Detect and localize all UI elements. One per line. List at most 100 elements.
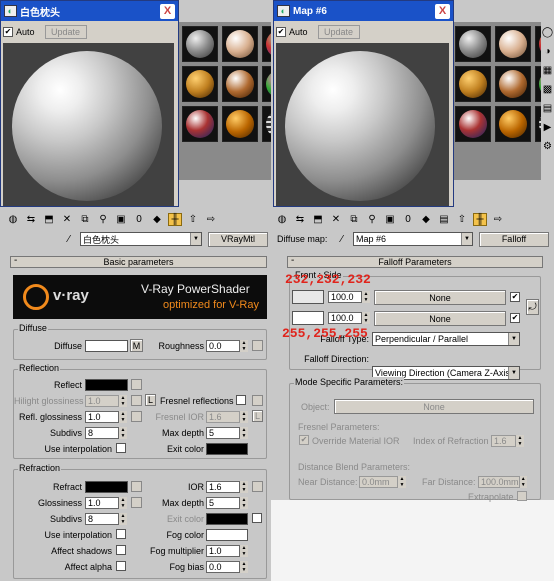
front-map-checkbox[interactable]: ✔ — [510, 292, 520, 302]
spinner-arrows-icon[interactable]: ▲ ▼ — [119, 513, 127, 525]
swap-colors-icon[interactable]: ⤾ — [526, 299, 539, 315]
unique-icon[interactable]: ⚲ — [96, 213, 110, 226]
sample-slot[interactable] — [222, 106, 258, 142]
front-map-button[interactable]: None — [374, 290, 506, 305]
refl-exit-color-swatch[interactable] — [206, 443, 248, 455]
sample-slot[interactable] — [455, 26, 491, 62]
background-icon[interactable]: ▦ — [541, 64, 554, 77]
close-icon[interactable]: X — [435, 3, 450, 19]
refl-gloss-map-slot[interactable] — [131, 411, 142, 422]
spinner-value[interactable]: 5 — [206, 497, 240, 509]
go-forward-icon[interactable]: ⇨ — [491, 213, 505, 226]
front-amount-spinner[interactable]: 100.0 ▲ ▼ — [328, 291, 370, 303]
spinner-value[interactable]: 8 — [85, 513, 119, 525]
auto-checkbox[interactable]: ✔ — [276, 27, 286, 37]
sample-slot[interactable] — [182, 26, 218, 62]
sample-type-icon[interactable]: ◯ — [541, 26, 554, 39]
roughness-spinner[interactable]: 0.0 ▲ ▼ — [206, 340, 248, 352]
ior-map-slot[interactable] — [252, 481, 263, 492]
uv-tiling-icon[interactable]: ▩ — [541, 83, 554, 96]
refl-glossiness-spinner[interactable]: 1.0 ▲ ▼ — [85, 411, 127, 423]
diffuse-map-button[interactable]: M — [130, 339, 143, 352]
backlight-icon[interactable]: ◑ — [541, 45, 554, 58]
object-pick-button[interactable]: None — [334, 399, 534, 414]
spinner-arrows-icon[interactable]: ▲ ▼ — [119, 411, 127, 423]
fog-multiplier-spinner[interactable]: 1.0 ▲ ▼ — [206, 545, 248, 557]
reset-icon[interactable]: ✕ — [329, 213, 343, 226]
put-to-scene-icon[interactable]: ⇆ — [293, 213, 307, 226]
spinner-value[interactable]: 1.0 — [206, 545, 240, 557]
side-map-button[interactable]: None — [374, 311, 506, 326]
hilight-glossiness-spinner[interactable]: 1.0 ▲ ▼ — [85, 395, 127, 407]
options-icon[interactable]: ⚙ — [541, 140, 554, 153]
refl-subdivs-spinner[interactable]: 8 ▲ ▼ — [85, 427, 127, 439]
reflect-color-swatch[interactable] — [85, 379, 128, 391]
diffuse-color-swatch[interactable] — [85, 340, 128, 352]
spinner-arrows-icon[interactable]: ▲ ▼ — [240, 411, 248, 423]
sample-slot[interactable] — [455, 106, 491, 142]
show-map-icon[interactable]: ◆ — [150, 213, 164, 226]
spinner-arrows-icon[interactable]: ▲ ▼ — [398, 476, 406, 488]
refl-max-depth-spinner[interactable]: 5 ▲ ▼ — [206, 427, 248, 439]
ior-spinner[interactable]: 1.6 ▲ ▼ — [206, 481, 248, 493]
exit-color-checkbox[interactable] — [252, 513, 262, 523]
spinner-arrows-icon[interactable]: ▲ ▼ — [119, 395, 127, 407]
hilight-map-slot[interactable] — [131, 395, 142, 406]
fresnel-map-slot[interactable] — [252, 395, 263, 406]
sample-slot[interactable] — [495, 26, 531, 62]
show-end-result-icon[interactable]: ▤ — [437, 213, 451, 226]
spinner-value[interactable]: 1.6 — [491, 435, 516, 447]
falloff-parameters-rollout[interactable]: - Falloff Parameters — [287, 255, 543, 268]
video-check-icon[interactable]: ▤ — [541, 102, 554, 115]
spinner-value[interactable]: 1.0 — [85, 411, 119, 423]
left-sample-slots[interactable] — [178, 22, 298, 180]
update-button[interactable]: Update — [317, 25, 360, 39]
refr-max-depth-spinner[interactable]: 5 ▲ ▼ — [206, 497, 248, 509]
spinner-value[interactable]: 0.0mm — [359, 476, 398, 488]
refr-subdivs-spinner[interactable]: 8 ▲ ▼ — [85, 513, 127, 525]
put-library-icon[interactable]: ▣ — [383, 213, 397, 226]
effects-channel-icon[interactable]: 0 — [401, 213, 415, 226]
go-parent-icon[interactable]: ⇧ — [186, 213, 200, 226]
put-library-icon[interactable]: ▣ — [114, 213, 128, 226]
pick-map-icon[interactable]: ⁄ — [335, 233, 349, 246]
map-type-button[interactable]: Falloff — [479, 231, 549, 247]
auto-checkbox[interactable]: ✔ — [3, 27, 13, 37]
spinner-value[interactable]: 1.0 — [85, 395, 119, 407]
spinner-value[interactable]: 8 — [85, 427, 119, 439]
spinner-arrows-icon[interactable]: ▲ ▼ — [240, 427, 248, 439]
near-distance-spinner[interactable]: 0.0mm ▲ ▼ — [359, 476, 406, 488]
falloff-type-dropdown[interactable]: Perpendicular / Parallel ▼ — [372, 332, 520, 346]
reflect-map-slot[interactable] — [131, 379, 142, 390]
assign-material-icon[interactable]: ⬒ — [311, 213, 325, 226]
basic-parameters-rollout[interactable]: - Basic parameters — [10, 255, 267, 268]
show-end-result-icon[interactable]: ╫ — [168, 212, 182, 226]
spinner-arrows-icon[interactable]: ▲ ▼ — [516, 435, 524, 447]
spinner-value[interactable]: 100.0 — [328, 291, 362, 303]
spinner-arrows-icon[interactable]: ▲ ▼ — [240, 545, 248, 557]
refr-exit-color-swatch[interactable] — [206, 513, 248, 525]
fog-color-swatch[interactable] — [206, 529, 248, 541]
sample-slot[interactable] — [222, 66, 258, 102]
spinner-value[interactable]: 1.6 — [206, 481, 240, 493]
spinner-value[interactable]: 100.0 — [328, 312, 362, 324]
far-distance-spinner[interactable]: 100.0mm ▲ ▼ — [478, 476, 527, 488]
spinner-value[interactable]: 1.6 — [206, 411, 240, 423]
show-map-icon[interactable]: ◆ — [419, 213, 433, 226]
spinner-arrows-icon[interactable]: ▲ ▼ — [240, 481, 248, 493]
spinner-arrows-icon[interactable]: ▲ ▼ — [240, 561, 248, 573]
refr-interpolation-checkbox[interactable] — [116, 529, 126, 539]
map-name-dropdown[interactable]: Map #6 ▼ — [353, 232, 473, 246]
update-button[interactable]: Update — [44, 25, 87, 39]
copy-material-icon[interactable]: ⧉ — [347, 213, 361, 226]
get-material-icon[interactable]: ◍ — [275, 213, 289, 226]
affect-shadows-checkbox[interactable] — [116, 545, 126, 555]
fresnel-reflections-checkbox[interactable] — [236, 395, 246, 405]
refr-glossiness-spinner[interactable]: 1.0 ▲ ▼ — [85, 497, 127, 509]
spinner-value[interactable]: 0.0 — [206, 340, 240, 352]
refract-color-swatch[interactable] — [85, 481, 128, 493]
extrapolate-checkbox[interactable] — [517, 491, 527, 501]
material-name-dropdown[interactable]: 白色枕头 ▼ — [80, 232, 202, 246]
spinner-arrows-icon[interactable]: ▲ ▼ — [119, 427, 127, 439]
sample-slot[interactable] — [182, 66, 218, 102]
